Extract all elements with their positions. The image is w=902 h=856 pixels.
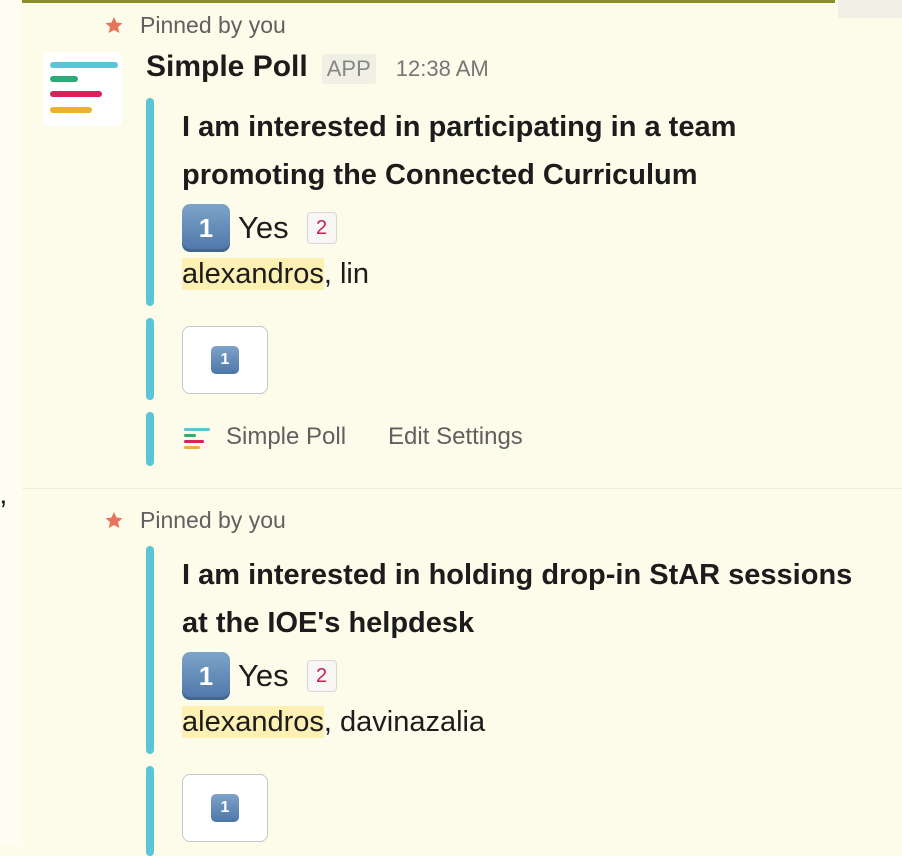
voter-highlighted[interactable]: alexandros bbox=[182, 258, 324, 290]
voter-list: alexandros, lin bbox=[182, 258, 369, 291]
pinned-indicator: Pinned by you bbox=[104, 12, 286, 39]
pinned-indicator: Pinned by you bbox=[104, 507, 286, 534]
attachment-bar bbox=[146, 318, 154, 400]
poll-question-line: I am interested in participating in a te… bbox=[182, 111, 737, 143]
poll-footer: Simple Poll Edit Settings bbox=[182, 423, 523, 451]
vote-option-1-button[interactable]: 1 bbox=[182, 774, 268, 842]
simple-poll-logo-icon[interactable] bbox=[44, 52, 122, 126]
pushpin-icon bbox=[104, 511, 124, 531]
keycap-1-icon: 1 bbox=[211, 794, 239, 822]
keycap-1-icon: 1 bbox=[182, 652, 230, 700]
vote-option-1-button[interactable]: 1 bbox=[182, 326, 268, 394]
voter-highlighted[interactable]: alexandros bbox=[182, 706, 324, 738]
keycap-1-icon: 1 bbox=[211, 346, 239, 374]
pinned-label: Pinned by you bbox=[140, 507, 286, 533]
simple-poll-logo-icon bbox=[182, 424, 216, 450]
vote-count-badge: 2 bbox=[306, 660, 337, 692]
voter-others: , lin bbox=[323, 258, 370, 290]
poll-option: 1 Yes 2 bbox=[182, 204, 337, 252]
attachment-bar bbox=[146, 546, 154, 754]
poll-option: 1 Yes 2 bbox=[182, 652, 337, 700]
vote-count-badge: 2 bbox=[306, 212, 337, 244]
poll-question-line: I am interested in holding drop-in StAR … bbox=[182, 559, 853, 591]
left-edge-strip bbox=[0, 0, 22, 846]
poll-question-line: at the IOE's helpdesk bbox=[182, 607, 475, 639]
message-divider bbox=[22, 488, 902, 489]
message-header: Simple Poll APP 12:38 AM bbox=[146, 50, 489, 84]
option-label: Yes bbox=[238, 658, 289, 693]
edit-settings-link[interactable]: Edit Settings bbox=[388, 423, 523, 451]
sender-name[interactable]: Simple Poll bbox=[146, 50, 308, 84]
top-divider-line bbox=[0, 0, 835, 3]
voter-others: , davinazalia bbox=[323, 706, 486, 738]
simple-poll-link[interactable]: Simple Poll bbox=[226, 423, 346, 451]
attachment-bar bbox=[146, 412, 154, 466]
attachment-bar bbox=[146, 766, 154, 856]
keycap-1-icon: 1 bbox=[182, 204, 230, 252]
top-right-corner bbox=[838, 0, 902, 18]
voter-list: alexandros, davinazalia bbox=[182, 706, 485, 739]
attachment-bar bbox=[146, 98, 154, 306]
message-timestamp[interactable]: 12:38 AM bbox=[396, 56, 489, 82]
poll-question-line: promoting the Connected Curriculum bbox=[182, 159, 698, 191]
option-label: Yes bbox=[238, 210, 289, 245]
app-badge: APP bbox=[321, 54, 376, 84]
pushpin-icon bbox=[104, 16, 124, 36]
pinned-label: Pinned by you bbox=[140, 12, 286, 38]
stray-character: ’ bbox=[0, 495, 7, 528]
